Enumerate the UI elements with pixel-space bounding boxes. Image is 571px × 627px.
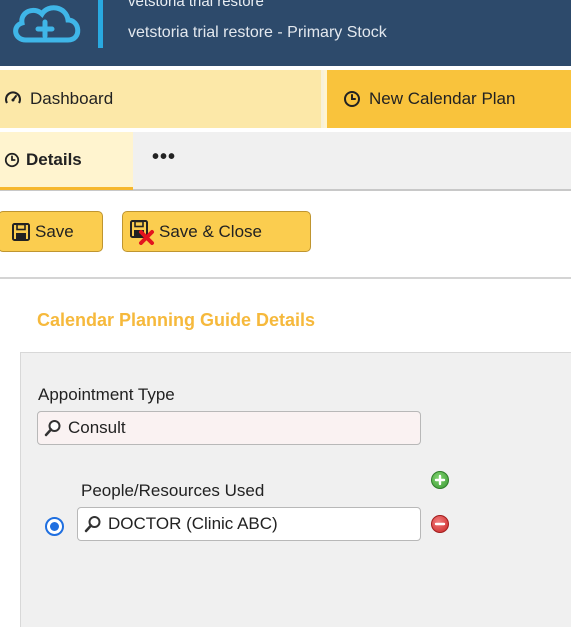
save-button-label: Save bbox=[35, 221, 74, 241]
tab-new-calendar-plan-label: New Calendar Plan bbox=[369, 89, 516, 108]
people-resources-lookup[interactable]: DOCTOR (Clinic ABC) bbox=[77, 507, 421, 541]
header-title: vetstoria trial restore bbox=[128, 0, 264, 10]
cloud-plus-logo bbox=[13, 5, 81, 43]
radio-selected-dot bbox=[50, 522, 59, 531]
save-button[interactable]: Save bbox=[0, 211, 103, 252]
save-and-close-button[interactable]: Save & Close bbox=[122, 211, 311, 252]
subtab-details-label: Details bbox=[26, 149, 82, 169]
subtab-details[interactable]: Details bbox=[0, 132, 133, 190]
gauge-icon bbox=[5, 91, 21, 104]
plus-icon bbox=[434, 474, 446, 486]
resource-radio[interactable] bbox=[45, 517, 64, 536]
clock-icon bbox=[4, 152, 20, 167]
add-resource-button[interactable] bbox=[431, 471, 449, 489]
people-resources-label: People/Resources Used bbox=[81, 481, 265, 500]
tab-dashboard-label: Dashboard bbox=[30, 89, 114, 108]
form-panel: Appointment Type Consult People/Resource… bbox=[20, 352, 571, 627]
clock-icon bbox=[344, 91, 360, 107]
tab-new-calendar-plan[interactable]: New Calendar Plan bbox=[327, 70, 571, 128]
appointment-type-lookup[interactable]: Consult bbox=[37, 411, 421, 445]
subtab-bar: Details ••• bbox=[0, 132, 571, 191]
tab-dashboard[interactable]: Dashboard bbox=[0, 70, 324, 128]
floppy-disk-close-icon bbox=[130, 219, 154, 245]
toolbar: Save Save & Close bbox=[0, 191, 571, 279]
minus-icon bbox=[434, 522, 446, 526]
remove-resource-button[interactable] bbox=[431, 515, 449, 533]
section-title: Calendar Planning Guide Details bbox=[37, 310, 316, 330]
app-header: vetstoria trial restore vetstoria trial … bbox=[0, 0, 571, 66]
search-icon bbox=[84, 516, 101, 533]
header-subtitle: vetstoria trial restore - Primary Stock bbox=[128, 24, 387, 41]
appointment-type-value: Consult bbox=[68, 418, 126, 437]
search-icon bbox=[44, 420, 61, 437]
floppy-disk-icon bbox=[12, 222, 30, 241]
header-divider bbox=[98, 0, 103, 48]
people-resources-value: DOCTOR (Clinic ABC) bbox=[108, 514, 278, 533]
save-and-close-button-label: Save & Close bbox=[159, 221, 262, 241]
appointment-type-label: Appointment Type bbox=[38, 385, 175, 404]
tab-bar: Dashboard New Calendar Plan bbox=[0, 70, 571, 128]
more-options-button[interactable]: ••• bbox=[152, 146, 176, 169]
